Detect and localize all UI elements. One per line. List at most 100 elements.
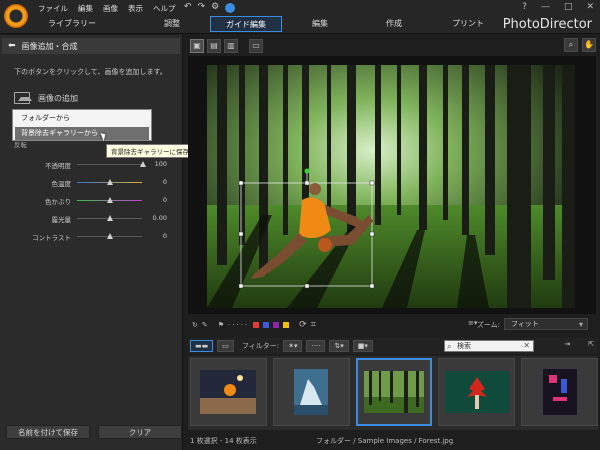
menu-file[interactable]: ファイル [38,3,68,14]
menu-view[interactable]: 表示 [128,3,143,14]
settings-gear-icon[interactable]: ⚙ [211,2,219,13]
redo-icon[interactable]: ↷ [198,2,206,13]
search-text: 検索 [457,342,471,350]
menu-edit[interactable]: 編集 [78,3,93,14]
thumbnail-image [542,369,577,415]
slider-opacity[interactable]: 不透明度 100 [0,160,183,170]
window-controls: ? — □ ✕ [522,2,594,12]
main-tabs: ライブラリー 調整 ガイド編集 編集 作成 プリント [36,16,504,32]
clear-search-icon[interactable]: ✕ [523,341,530,351]
magnifier-icon[interactable]: ⌕ [564,38,578,52]
panel-hint: 下のボタンをクリックして、画像を追加します。 [14,68,167,76]
color-label-yellow[interactable] [283,322,290,328]
slider-knob[interactable] [107,179,113,185]
thumbnail-image [444,371,509,413]
dropdown-item-from-folder[interactable]: フォルダーから [15,112,149,125]
selection-count: 1 枚選択 - 14 枚表示 [190,437,257,445]
help-icon[interactable]: ? [522,2,527,12]
slider-knob[interactable] [107,233,113,239]
quick-actions: ↶ ↷ ⚙ [184,2,236,13]
brand-name: PhotoDirector [502,17,592,32]
slider-exposure[interactable]: 露光量 0.00 [0,214,183,224]
add-image-dropdown: フォルダーから 背景除去ギャラリーから [12,109,152,141]
thumbnail-image [364,371,424,413]
rotate-tool-icon[interactable]: ↻ [192,321,198,329]
rotate-icon[interactable]: ⟳ [299,320,307,330]
flag-icon[interactable]: ⚑ [218,321,224,329]
compare-view-icon[interactable]: ▥ [224,39,238,53]
tab-library[interactable]: ライブラリー [36,16,108,32]
rating-dots[interactable]: ····· [228,321,249,329]
app-logo-icon [4,4,28,28]
undo-icon[interactable]: ↶ [184,2,192,13]
sort-order-icon[interactable]: ⇅▾ [329,340,349,352]
title-bar: ファイル 編集 画像 表示 ヘルプ ↶ ↷ ⚙ ? — □ ✕ ライブラリー 調… [0,0,600,34]
maximize-icon[interactable]: □ [564,2,573,12]
slider-temperature[interactable]: 色温度 0 [0,178,183,188]
slider-knob[interactable] [140,161,146,167]
thumbnail-iceberg[interactable] [272,358,350,426]
thumbnail-basketball-arena[interactable] [190,358,267,426]
dropdown-item-from-bg-removal-gallery[interactable]: 背景除去ギャラリーから [15,127,149,140]
color-label-purple[interactable] [273,322,280,328]
thumbnail-view-icon[interactable]: ▬▬ [190,340,214,352]
second-monitor-icon[interactable]: ▭ [249,39,263,53]
thumbnail-neon-night[interactable] [521,358,599,426]
account-icon[interactable] [225,3,236,13]
slider-contrast[interactable]: コントラスト 0 [0,232,183,242]
hand-pan-icon[interactable]: ✋ [582,38,596,52]
clear-button[interactable]: クリア [98,425,182,439]
tab-guided-edit[interactable]: ガイド編集 [210,16,282,32]
import-icon[interactable]: ⇥ [564,340,570,348]
forest-photo[interactable] [207,65,575,308]
slider-knob[interactable] [107,215,113,221]
slider-track[interactable] [77,164,142,165]
crop-icon[interactable]: ⌗ [311,320,316,330]
photo-gallery [188,356,599,430]
add-image-button[interactable]: 画像の追加 [14,92,78,104]
group-icon[interactable]: ■▾ [352,340,373,352]
minimize-icon[interactable]: — [541,2,550,12]
slider-value: 0.00 [152,214,167,222]
forest-scene-image [207,65,575,308]
search-icon: ⌕ [447,342,452,351]
tab-create[interactable]: 作成 [358,16,430,32]
zoom-select[interactable]: フィット [504,318,588,330]
file-path: フォルダー / Sample Images / Forest.jpg [316,437,454,445]
slider-label: 不透明度 [45,162,71,170]
back-arrow-icon[interactable]: ⬅ [8,41,16,51]
close-icon[interactable]: ✕ [586,2,594,12]
gallery-actions: ⇥ ⇱ [564,340,594,348]
view-tools: ⌕ ✋ [564,38,596,52]
view-toolbar: ▣ ▤ ▥ ▭ ⌕ ✋ [188,37,598,55]
thumbnail-forest[interactable] [355,358,433,426]
single-view-icon[interactable]: ▣ [190,39,204,53]
slider-value: 0 [162,178,167,186]
export-icon[interactable]: ⇱ [588,340,594,348]
thumbnail-image [200,370,257,414]
slider-value: 100 [154,160,167,168]
thumbnail-red-leaf[interactable] [438,358,516,426]
menu-help[interactable]: ヘルプ [153,3,176,14]
list-view-icon[interactable]: ▭ [217,340,234,352]
search-input[interactable]: ⌕ 検索 ✕ [444,340,534,352]
slider-knob[interactable] [107,197,113,203]
before-after-icon[interactable]: ▤ [207,39,221,53]
filter-stars-icon[interactable]: ✶▾ [283,340,303,352]
slider-label: コントラスト [32,234,71,242]
slider-label: 色温度 [51,180,72,188]
slider-tint[interactable]: 色かぶり 0 [0,196,183,206]
tab-print[interactable]: プリント [432,16,504,32]
color-label-red[interactable] [253,322,260,328]
thumbnail-image [294,369,329,415]
save-as-button[interactable]: 名前を付けて保存 [6,425,90,439]
tab-adjust[interactable]: 調整 [136,16,208,32]
filter-more-icon[interactable]: ···· [306,340,326,352]
brush-tool-icon[interactable]: ✎ [202,321,208,329]
menu-image[interactable]: 画像 [103,3,118,14]
photo-preview [188,56,596,314]
left-panel: ⬅ 画像追加・合成 下のボタンをクリックして、画像を追加します。 画像の追加 反… [0,35,246,450]
tab-edit[interactable]: 編集 [284,16,356,32]
slider-value: 0 [162,196,167,204]
color-label-blue[interactable] [263,322,270,328]
